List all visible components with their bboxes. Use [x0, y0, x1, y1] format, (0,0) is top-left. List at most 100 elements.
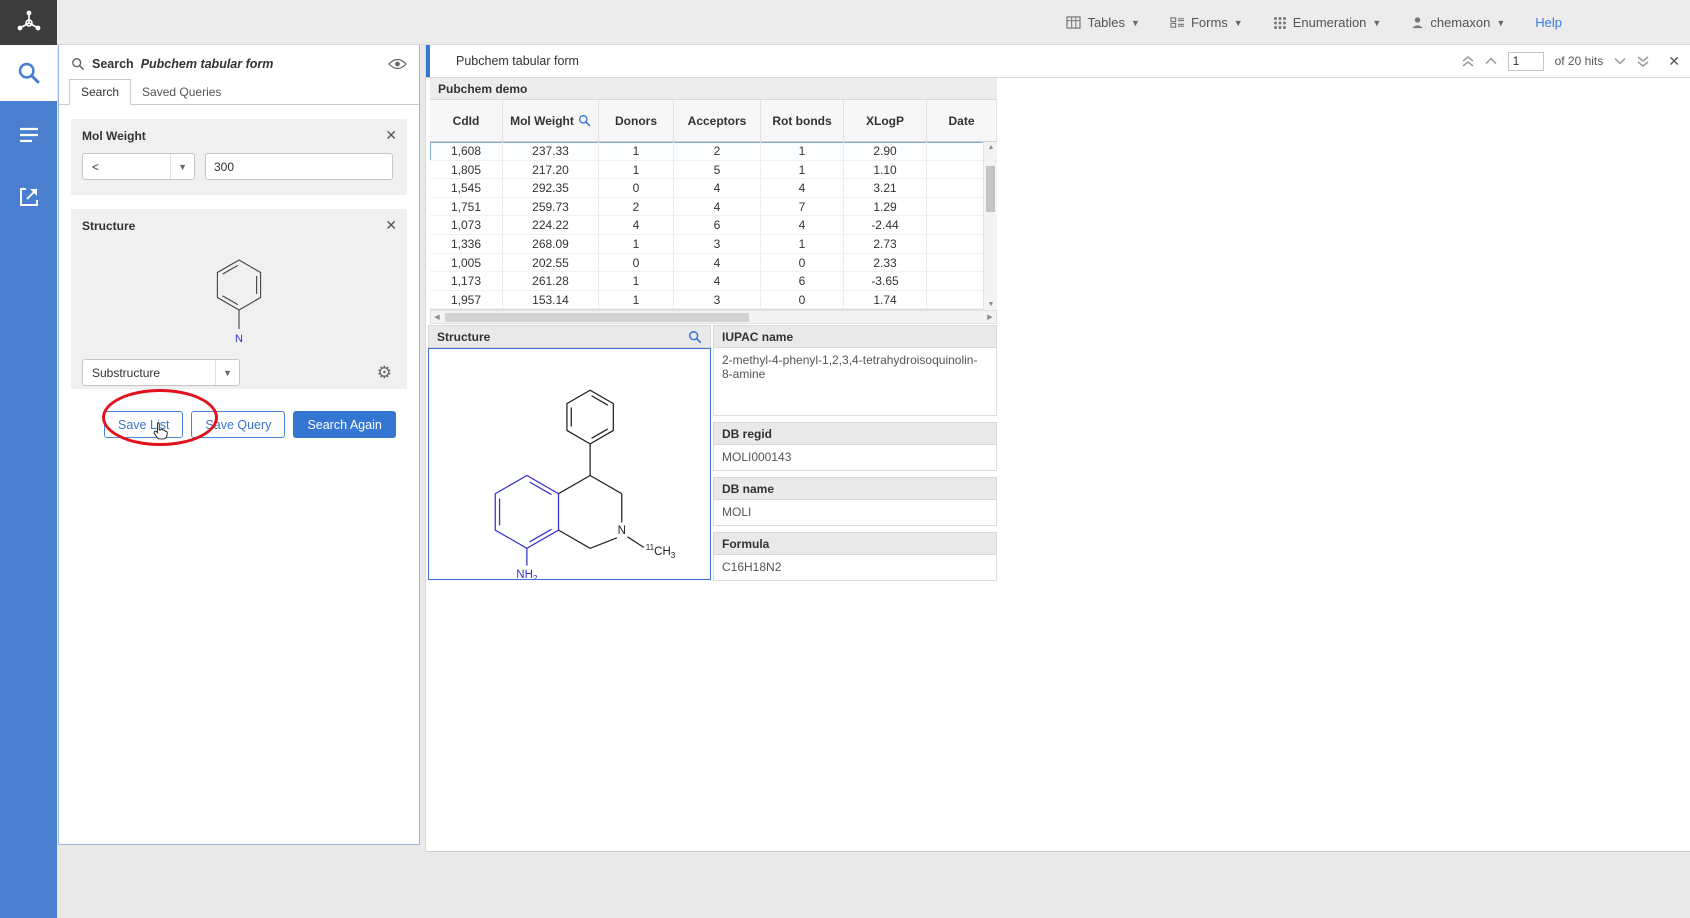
table-cell[interactable]: 153.14: [503, 291, 599, 310]
table-cell[interactable]: 0: [761, 254, 844, 273]
tab-saved-queries[interactable]: Saved Queries: [131, 80, 232, 104]
structure-field-canvas[interactable]: NH2 N 11CH3: [428, 348, 711, 580]
scroll-right-icon[interactable]: ▶: [984, 311, 996, 323]
table-cell[interactable]: 1.10: [844, 161, 927, 180]
column-header[interactable]: XLogP: [844, 100, 927, 141]
vertical-scrollbar-thumb[interactable]: [986, 166, 995, 212]
table-cell[interactable]: 0: [599, 254, 674, 273]
close-icon[interactable]: ✕: [1668, 53, 1680, 70]
close-icon[interactable]: ✕: [385, 128, 397, 142]
gear-icon[interactable]: ⚙: [377, 363, 392, 383]
table-cell[interactable]: 1.74: [844, 291, 927, 310]
table-row[interactable]: 1,608237.331212.90: [430, 142, 997, 161]
table-row[interactable]: 1,073224.22464-2.44: [430, 216, 997, 235]
table-cell[interactable]: 202.55: [503, 254, 599, 273]
horizontal-scrollbar-thumb[interactable]: [445, 313, 749, 322]
table-cell[interactable]: 1,173: [430, 272, 503, 291]
sidebar-item-lists[interactable]: [0, 107, 57, 163]
column-header[interactable]: Date: [927, 100, 997, 141]
column-header[interactable]: CdId: [430, 100, 503, 141]
first-record-icon[interactable]: [1462, 56, 1474, 67]
table-cell[interactable]: 2: [674, 142, 761, 161]
table-cell[interactable]: 0: [599, 179, 674, 198]
chemaxon-logo[interactable]: [0, 0, 57, 45]
column-header[interactable]: Rot bonds: [761, 100, 844, 141]
structure-search-mode-select[interactable]: Substructure ▼: [82, 359, 240, 386]
table-cell[interactable]: 4: [674, 254, 761, 273]
table-cell[interactable]: 1: [761, 161, 844, 180]
table-row[interactable]: 1,005202.550402.33: [430, 254, 997, 273]
table-cell[interactable]: 1: [599, 161, 674, 180]
last-record-icon[interactable]: [1637, 56, 1649, 67]
record-number-input[interactable]: [1508, 52, 1544, 71]
table-cell[interactable]: 1: [599, 142, 674, 161]
table-cell[interactable]: 2.90: [844, 142, 927, 161]
table-cell[interactable]: 292.35: [503, 179, 599, 198]
horizontal-scrollbar[interactable]: ◀ ▶: [430, 310, 997, 324]
eye-icon[interactable]: [388, 58, 407, 70]
table-cell[interactable]: 217.20: [503, 161, 599, 180]
scroll-left-icon[interactable]: ◀: [431, 311, 443, 323]
table-cell[interactable]: 1,805: [430, 161, 503, 180]
table-cell[interactable]: 3.21: [844, 179, 927, 198]
column-header[interactable]: Mol Weight: [503, 100, 599, 141]
table-cell[interactable]: 1: [599, 272, 674, 291]
save-query-button[interactable]: Save Query: [191, 411, 285, 438]
search-again-button[interactable]: Search Again: [293, 411, 395, 438]
search-icon[interactable]: [688, 330, 702, 344]
sidebar-item-export[interactable]: [0, 169, 57, 225]
menu-enumeration[interactable]: Enumeration ▼: [1273, 15, 1382, 30]
table-cell[interactable]: 7: [761, 198, 844, 217]
close-icon[interactable]: ✕: [385, 218, 397, 232]
table-row[interactable]: 1,957153.141301.74: [430, 291, 997, 310]
table-cell[interactable]: 268.09: [503, 235, 599, 254]
table-row[interactable]: 1,336268.091312.73: [430, 235, 997, 254]
table-row[interactable]: 1,751259.732471.29: [430, 198, 997, 217]
table-cell[interactable]: 2.33: [844, 254, 927, 273]
table-cell[interactable]: 4: [761, 179, 844, 198]
table-cell[interactable]: 6: [761, 272, 844, 291]
table-cell[interactable]: 1,608: [430, 142, 503, 161]
menu-forms[interactable]: Forms ▼: [1170, 15, 1243, 30]
table-cell[interactable]: 4: [674, 179, 761, 198]
table-cell[interactable]: -3.65: [844, 272, 927, 291]
mol-weight-operator-select[interactable]: < ▼: [82, 153, 195, 180]
table-cell[interactable]: 1,005: [430, 254, 503, 273]
mol-weight-value-input[interactable]: [205, 153, 393, 180]
save-list-button[interactable]: Save List: [104, 411, 183, 438]
table-cell[interactable]: 4: [674, 198, 761, 217]
table-cell[interactable]: 0: [761, 291, 844, 310]
table-cell[interactable]: 6: [674, 216, 761, 235]
table-cell[interactable]: 3: [674, 235, 761, 254]
table-cell[interactable]: 2.73: [844, 235, 927, 254]
column-header[interactable]: Donors: [599, 100, 674, 141]
table-cell[interactable]: 1.29: [844, 198, 927, 217]
menu-user[interactable]: chemaxon ▼: [1411, 15, 1505, 30]
table-cell[interactable]: 237.33: [503, 142, 599, 161]
table-cell[interactable]: 1,751: [430, 198, 503, 217]
table-cell[interactable]: 261.28: [503, 272, 599, 291]
menu-tables[interactable]: Tables ▼: [1066, 15, 1140, 30]
table-row[interactable]: 1,173261.28146-3.65: [430, 272, 997, 291]
vertical-scrollbar[interactable]: ▲ ▼: [983, 142, 997, 310]
column-header[interactable]: Acceptors: [674, 100, 761, 141]
table-row[interactable]: 1,805217.201511.10: [430, 161, 997, 180]
next-record-icon[interactable]: [1614, 57, 1626, 65]
table-cell[interactable]: 4: [674, 272, 761, 291]
table-cell[interactable]: 5: [674, 161, 761, 180]
scroll-down-icon[interactable]: ▼: [984, 300, 998, 310]
table-cell[interactable]: 1,073: [430, 216, 503, 235]
table-cell[interactable]: 1,957: [430, 291, 503, 310]
tab-search[interactable]: Search: [69, 79, 131, 105]
query-structure-canvas[interactable]: N: [82, 243, 396, 355]
table-cell[interactable]: 1: [761, 142, 844, 161]
table-cell[interactable]: 3: [674, 291, 761, 310]
table-cell[interactable]: 4: [599, 216, 674, 235]
help-link[interactable]: Help: [1535, 15, 1562, 30]
table-cell[interactable]: 4: [761, 216, 844, 235]
table-cell[interactable]: 224.22: [503, 216, 599, 235]
table-cell[interactable]: 1: [599, 235, 674, 254]
scroll-up-icon[interactable]: ▲: [984, 142, 998, 152]
table-cell[interactable]: 1: [599, 291, 674, 310]
sidebar-item-search[interactable]: [0, 45, 57, 101]
